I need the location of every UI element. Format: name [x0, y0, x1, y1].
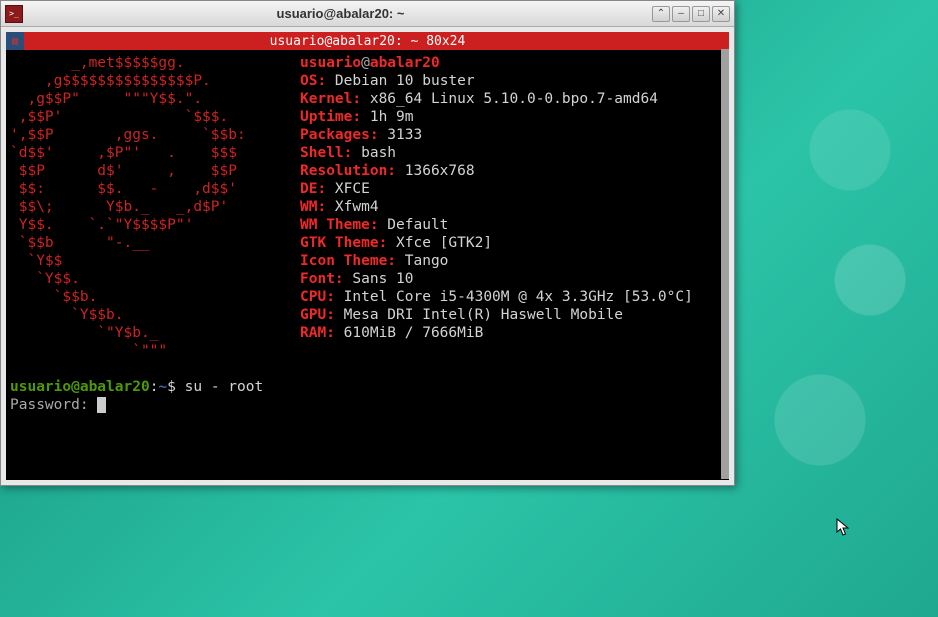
window-minimize-button[interactable]: –	[672, 6, 690, 22]
window-close-button[interactable]: ✕	[712, 6, 730, 22]
terminal-window: usuario@abalar20: ~ ⌃ – □ ✕ usuario@abal…	[0, 0, 735, 486]
terminal-cursor	[97, 397, 106, 413]
terminal-app-icon	[5, 5, 23, 23]
terminal-viewport[interactable]: _,met$$$$$gg.usuario@abalar20 ,g$$$$$$$$…	[6, 50, 729, 480]
window-title: usuario@abalar20: ~	[29, 6, 652, 21]
window-maximize-button[interactable]: □	[692, 6, 710, 22]
tab-menu-icon[interactable]	[6, 32, 24, 50]
window-titlebar[interactable]: usuario@abalar20: ~ ⌃ – □ ✕	[1, 1, 734, 27]
terminal-tabbar[interactable]: usuario@abalar20: ~ 80x24	[6, 32, 729, 50]
window-shade-button[interactable]: ⌃	[652, 6, 670, 22]
tab-title: usuario@abalar20: ~ 80x24	[270, 34, 466, 49]
scrollbar-thumb[interactable]	[721, 49, 729, 479]
terminal-scrollbar[interactable]	[721, 49, 729, 479]
window-client-area: usuario@abalar20: ~ 80x24 _,met$$$$$gg.u…	[1, 27, 734, 485]
window-controls: ⌃ – □ ✕	[652, 6, 730, 22]
